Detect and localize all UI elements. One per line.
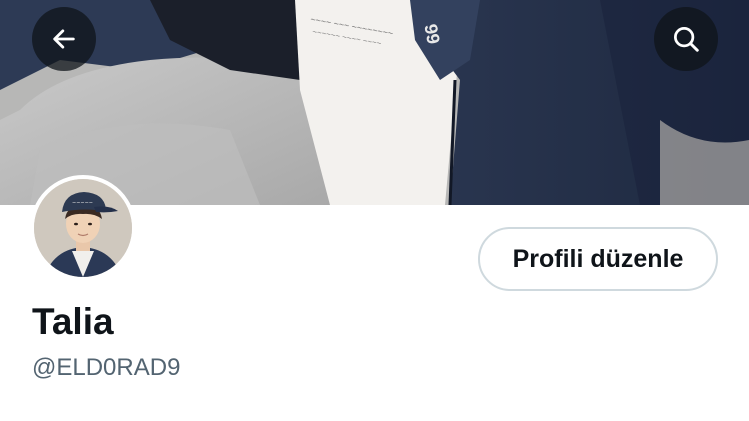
search-icon xyxy=(674,27,699,52)
edit-profile-button[interactable]: Profili düzenle xyxy=(478,227,718,291)
back-button[interactable] xyxy=(32,7,96,71)
profile-banner-image[interactable]: ~~~~ ~~~ ~~~~~~~~ ~~~~~~ ~~~~ ~~~~ 99 xyxy=(0,0,749,205)
profile-handle: @ELD0RAD9 xyxy=(32,354,181,381)
svg-text:~~~~~: ~~~~~ xyxy=(72,200,93,206)
svg-text:99: 99 xyxy=(420,22,443,45)
profile-avatar[interactable]: ~~~~~ xyxy=(30,175,136,281)
profile-page: ~~~~ ~~~ ~~~~~~~~ ~~~~~~ ~~~~ ~~~~ 99 ~~… xyxy=(0,0,749,421)
arrow-left-icon xyxy=(53,29,75,49)
profile-display-name: Talia xyxy=(32,301,114,342)
search-button[interactable] xyxy=(654,7,718,71)
